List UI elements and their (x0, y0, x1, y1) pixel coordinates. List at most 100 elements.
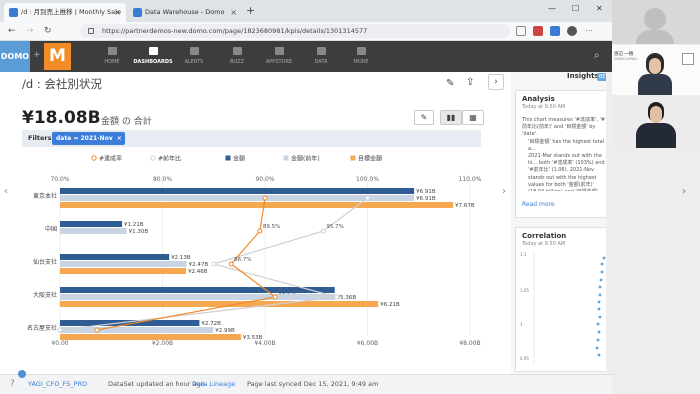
legend-label: #達成率 (99, 155, 122, 163)
bar-value-label: ¥7.67B (455, 203, 475, 209)
bar (60, 334, 241, 340)
line-value-label: 89.5% (263, 224, 280, 230)
help-icon[interactable]: ? (10, 375, 15, 393)
correlation-point (597, 300, 601, 304)
profile-icon[interactable] (567, 26, 577, 36)
bar-value-label: ¥6.21B (380, 302, 400, 308)
correlation-point (599, 278, 603, 282)
legend-marker (91, 155, 97, 161)
avatar (636, 30, 674, 44)
correlation-point (598, 293, 602, 297)
line-value-label: 91.0% (278, 290, 295, 296)
analysis-title: Analysis (522, 95, 555, 103)
corr-tick: 0.95 (520, 356, 529, 361)
top-axis-tick: 90.0% (255, 176, 274, 183)
person-body (636, 123, 676, 148)
category-label: 東京本社 (33, 192, 57, 200)
top-axis-tick: 110.0% (459, 176, 482, 183)
correlation-chart: 1.1 1.05 1 0.95 (520, 252, 606, 365)
line-value-label: 86.7% (234, 257, 251, 263)
line-value-label: 95.7% (326, 224, 343, 230)
bar-value-label: ¥2.13B (171, 255, 191, 261)
qr-code-icon (682, 53, 694, 65)
page-synced: Page last synced Dec 15, 2021, 9:49 am (247, 380, 379, 388)
bar-value-label: ¥6.91B (416, 196, 436, 202)
dataset-owner[interactable]: YAGI_CFO_FS_PRD (28, 375, 87, 393)
legend-marker (283, 155, 289, 161)
correlation-card: Correlation Today at 9:50 AM 1.1 1.05 1 … (515, 227, 611, 372)
legend-marker (350, 155, 356, 161)
insights-title: Insights (567, 72, 599, 80)
scroll-right-icon[interactable]: › (682, 186, 686, 197)
bar-value-label: ¥2.72B (201, 321, 221, 327)
bar (60, 261, 187, 267)
more-menu-icon[interactable]: ⋯ (585, 26, 595, 36)
bar (60, 188, 415, 194)
bar (60, 202, 454, 208)
top-axis-tick: 100.0% (356, 176, 379, 183)
bar-line-chart: #達成率 #前年比 金額 金額(前年) 目標金額 70.0% 80.0% 90.0% 100.0… (27, 155, 482, 348)
extension-icon[interactable] (550, 26, 560, 36)
x-axis-tick: ¥6.00B (357, 340, 378, 347)
line-point (228, 261, 234, 267)
correlation-point (602, 256, 606, 260)
person-body (638, 74, 672, 95)
read-more-link[interactable]: Read more (522, 201, 555, 208)
data-lineage-link[interactable]: Data Lineage (192, 375, 235, 393)
bar-value-label: ¥1.21B (124, 222, 144, 228)
maximize-icon[interactable]: ☐ (572, 4, 579, 13)
x-axis-tick: ¥4.00B (254, 340, 275, 347)
person-face (650, 106, 662, 123)
legend-label: 目標金額 (358, 155, 382, 163)
category-label: 仙台支社 (33, 258, 57, 266)
video-tile-participant-2 (612, 96, 700, 148)
correlation-point (600, 262, 604, 266)
line-point (257, 228, 263, 234)
analysis-text: This chart measures '#達成率', '#前年比(前年)' a… (522, 117, 610, 191)
bar-value-label: ¥2.47B (189, 262, 209, 268)
bar-value-label: ¥2.46B (188, 269, 208, 275)
bar-value-label: ¥3.53B (243, 335, 263, 341)
avatar (644, 8, 666, 30)
correlation-title: Correlation (522, 232, 567, 240)
analysis-card: Analysis Today at 9:50 AM This chart mea… (515, 90, 649, 218)
line-point (57, 327, 63, 333)
notification-badge-icon[interactable] (18, 370, 26, 378)
bar-value-label: ¥2.99B (215, 328, 235, 334)
correlation-point (597, 330, 601, 334)
bar (60, 195, 415, 201)
screen: /d : 月別売上推移 | Monthly Sale × Data Wareho… (0, 0, 700, 394)
category-label: 大阪支社 (33, 291, 57, 299)
bar (60, 301, 379, 307)
correlation-point (596, 322, 600, 326)
bar (60, 268, 187, 274)
minimize-icon[interactable]: — (548, 4, 556, 13)
correlation-point (598, 315, 602, 319)
extension-icon[interactable] (516, 26, 526, 36)
x-axis-tick: ¥8.00B (459, 340, 480, 347)
extension-icon[interactable] (533, 26, 543, 36)
participant-org: DOMO JAPAN (614, 57, 637, 61)
analysis-time: Today at 9:50 AM (522, 104, 566, 110)
search-icon[interactable]: ⌕ (594, 50, 600, 61)
category-label: 中国 (45, 225, 57, 233)
line-point (365, 195, 370, 201)
line-point (272, 294, 278, 300)
correlation-point (598, 285, 602, 289)
correlation-point (597, 353, 601, 357)
bar-value-label: ¥5.36B (337, 295, 357, 301)
line-point (211, 261, 217, 267)
video-tile-participant-1: 渡辺 一樹 DOMO JAPAN (612, 45, 700, 95)
bar (60, 320, 200, 326)
top-axis-tick: 80.0% (153, 176, 172, 183)
status-footer: ? YAGI_CFO_FS_PRD DataSet updated an hou… (0, 370, 700, 394)
correlation-point (600, 270, 604, 274)
video-tile-empty (612, 0, 700, 44)
legend-label: #前年比 (158, 155, 181, 163)
bar-value-label: ¥6.91B (416, 189, 436, 195)
close-window-icon[interactable]: ✕ (596, 4, 603, 13)
correlation-point (595, 346, 599, 350)
legend-label: 金額(前年) (291, 155, 320, 163)
line-point (262, 195, 268, 201)
line-point (334, 294, 340, 300)
